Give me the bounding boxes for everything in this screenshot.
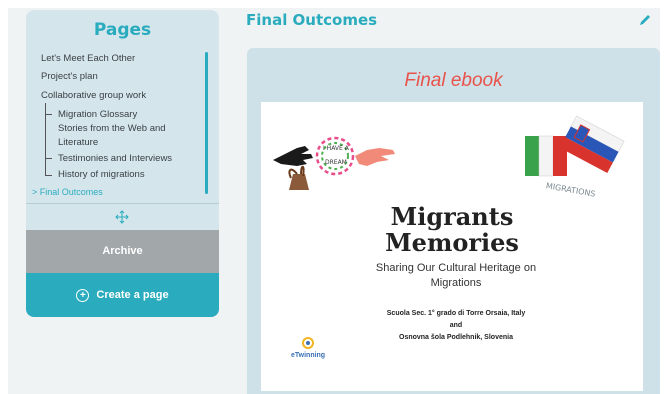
drawing-text-2: DREAM [325, 159, 347, 166]
sidebar-item-history[interactable]: History of migrations [58, 168, 145, 181]
dream-drawing: I HAVE A DREAM [273, 136, 395, 190]
tree-tick [45, 158, 52, 159]
migrations-drawing-text: MIGRATIONS [545, 181, 596, 199]
etwinning-label: eTwinning [291, 352, 326, 359]
sidebar-divider [26, 203, 219, 204]
create-page-button[interactable]: + Create a page [26, 273, 219, 317]
school-slovenia: Osnovna šola Podlehnik, Slovenia [399, 334, 513, 341]
book-title-line2: Memories [385, 228, 519, 257]
create-page-label: Create a page [96, 289, 169, 301]
panel-heading: Final ebook [404, 70, 503, 91]
move-icon[interactable] [114, 210, 130, 226]
sidebar-scrollbar[interactable] [205, 52, 208, 194]
pages-sidebar: Pages Let's Meet Each Other Project's pl… [26, 10, 219, 317]
sidebar-title: Pages [93, 20, 152, 40]
page-title: Final Outcomes [246, 11, 378, 29]
sidebar-item-stories[interactable]: Stories from the Web and [58, 122, 166, 135]
plus-circle-icon: + [76, 288, 90, 302]
sidebar-item-testimonies[interactable]: Testimonies and Interviews [58, 152, 172, 165]
book-subtitle-line2: Migrations [430, 277, 482, 289]
tree-tick [45, 114, 52, 115]
ebook-cover[interactable]: I HAVE A DREAM MIGRATIONS Migrants Memor… [261, 102, 643, 391]
tree-tick [45, 175, 52, 176]
sidebar-item-literature[interactable]: Literature [58, 136, 98, 149]
sidebar-item-lets-meet[interactable]: Let's Meet Each Other [41, 52, 135, 65]
sidebar-item-projects-plan[interactable]: Project's plan [41, 70, 98, 83]
drawing-text-1: I HAVE A [323, 145, 350, 152]
sidebar-item-final-outcomes[interactable]: > Final Outcomes [32, 186, 103, 199]
school-italy: Scuola Sec. 1° grado di Torre Orsaia, It… [386, 310, 526, 317]
etwinning-logo-icon [302, 337, 314, 349]
book-subtitle-line1: Sharing Our Cultural Heritage on [375, 262, 537, 274]
flags-drawing: MIGRATIONS [525, 115, 625, 199]
pencil-edit-icon[interactable] [638, 13, 652, 27]
archive-button[interactable]: Archive [26, 230, 219, 273]
sidebar-item-collaborative[interactable]: Collaborative group work [41, 89, 146, 102]
school-and: and [449, 322, 463, 329]
book-title-line1: Migrants [390, 202, 514, 231]
sidebar-item-glossary[interactable]: Migration Glossary [58, 108, 137, 121]
